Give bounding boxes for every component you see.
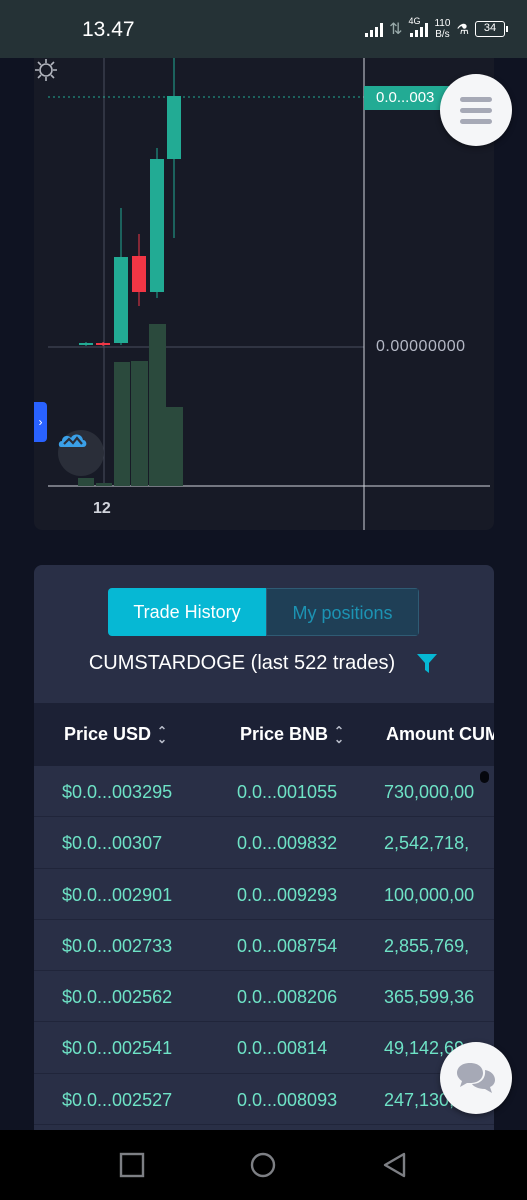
trades-header: CUMSTARDOGE (last 522 trades) — [34, 651, 494, 675]
cell-price-bnb: 0.0...008206 — [237, 987, 338, 1008]
sort-icon[interactable]: ⌃ ⌄ — [334, 725, 344, 745]
volume-bar — [96, 483, 112, 486]
cell-price-usd: $0.0...002527 — [62, 1089, 173, 1110]
cell-amount: 2,855,769, — [384, 935, 470, 956]
tab-trade-history[interactable]: Trade History — [108, 588, 266, 636]
cell-price-bnb: 0.0...009832 — [237, 833, 338, 854]
back-icon[interactable] — [382, 1152, 408, 1178]
tradingview-logo-icon[interactable] — [58, 430, 104, 476]
trades-tabs: Trade History My positions — [108, 588, 419, 636]
column-price-usd[interactable]: Price USD ⌃ ⌄ — [64, 724, 167, 745]
table-row[interactable]: $0.0...002541 0.0...00814 49,142,69 — [34, 1022, 494, 1074]
candle-body — [114, 257, 128, 343]
hamburger-icon[interactable] — [440, 74, 512, 146]
filter-icon[interactable] — [415, 651, 439, 675]
android-nav-bar — [0, 1130, 527, 1200]
price-scale-label: 0.00000000 — [376, 338, 466, 355]
home-icon[interactable] — [250, 1152, 276, 1178]
status-icons: ⇅ 4G 110 B/s ⚗ 34 — [365, 14, 508, 44]
price-chart[interactable]: 0.0...003 0.00000000 12 › — [34, 58, 494, 530]
menu-line — [460, 96, 492, 102]
recents-icon[interactable] — [119, 1152, 145, 1178]
gear-icon[interactable] — [34, 58, 58, 82]
speed-value: 110 — [434, 18, 451, 29]
column-label: Amount CUM — [386, 724, 494, 744]
cell-price-usd: $0.0...003295 — [62, 782, 173, 802]
candle-body — [167, 96, 181, 159]
menu-line — [460, 118, 492, 124]
data-transfer-icon: ⇅ — [389, 21, 403, 38]
status-time: 13.47 — [82, 18, 135, 41]
cell-price-usd: $0.0...002541 — [62, 1038, 173, 1059]
network-speed: 110 B/s — [434, 18, 450, 40]
cell-price-bnb: 0.0...008093 — [237, 1089, 338, 1110]
column-label: Price USD — [64, 724, 152, 744]
candle-body — [132, 256, 146, 292]
candle-body — [96, 343, 110, 345]
cell-amount: 365,599,36 — [384, 987, 475, 1008]
volume-bar — [166, 407, 183, 486]
volume-bar — [114, 362, 130, 486]
cell-amount: 2,542,718, — [384, 833, 470, 854]
table-row[interactable]: $0.0...002562 0.0...008206 365,599,36 — [34, 971, 494, 1023]
tab-my-positions[interactable]: My positions — [266, 588, 419, 636]
cell-amount: 730,000,00 — [384, 782, 475, 802]
toolbar-toggle-button[interactable]: › — [34, 402, 47, 442]
signal-icon — [365, 21, 384, 37]
volume-bar — [78, 478, 94, 486]
volume-bar — [131, 361, 148, 486]
status-bar: 13.47 ⇅ 4G 110 B/s ⚗ 34 — [0, 0, 527, 58]
trades-table-body[interactable]: $0.0...003295 0.0...001055 730,000,00 $0.0… — [34, 766, 494, 1126]
battery-icon: 34 — [475, 21, 508, 37]
candle-body — [150, 159, 164, 292]
table-row[interactable]: $0.0...003295 0.0...001055 730,000,00 — [34, 766, 494, 818]
sort-icon[interactable]: ⌃ ⌄ — [157, 725, 167, 745]
cell-price-usd: $0.0...002901 — [62, 884, 173, 905]
column-amount[interactable]: Amount CUM — [386, 724, 494, 745]
cell-price-bnb: 0.0...00814 — [237, 1038, 328, 1059]
table-scrollbar[interactable] — [480, 771, 489, 783]
candles — [79, 58, 181, 346]
cell-price-usd: $0.0...002733 — [62, 935, 173, 956]
cell-price-usd: $0.0...002562 — [62, 987, 173, 1008]
trades-panel: Trade History My positions CUMSTARDOGE (… — [34, 565, 494, 1145]
menu-line — [460, 107, 492, 113]
speed-unit: B/s — [435, 29, 450, 40]
cell-price-usd: $0.0...00307 — [62, 833, 163, 854]
chat-bubbles-icon[interactable] — [440, 1042, 512, 1114]
cell-price-bnb: 0.0...008754 — [237, 935, 338, 956]
candle-body — [79, 343, 93, 345]
column-price-bnb[interactable]: Price BNB ⌃ ⌄ — [240, 724, 344, 745]
time-scale-label: 12 — [93, 500, 111, 517]
lab-flask-icon: ⚗ — [456, 20, 469, 37]
table-row[interactable]: $0.0...002733 0.0...008754 2,855,769, — [34, 920, 494, 972]
table-row[interactable]: $0.0...002527 0.0...008093 247,130, — [34, 1074, 494, 1126]
cell-price-bnb: 0.0...001055 — [237, 782, 338, 802]
table-row[interactable]: $0.0...00307 0.0...009832 2,542,718, — [34, 817, 494, 869]
cell-price-bnb: 0.0...009293 — [237, 884, 338, 905]
volume-bar — [149, 324, 166, 486]
trades-title: CUMSTARDOGE (last 522 trades) — [88, 651, 396, 674]
network-type: 4G — [408, 16, 421, 26]
cell-amount: 100,000,00 — [384, 884, 475, 905]
table-header: Price USD ⌃ ⌄ Price BNB ⌃ ⌄ Amount CUM — [34, 703, 494, 766]
table-row[interactable]: $0.0...002901 0.0...009293 100,000,00 — [34, 869, 494, 920]
column-label: Price BNB — [240, 724, 329, 744]
